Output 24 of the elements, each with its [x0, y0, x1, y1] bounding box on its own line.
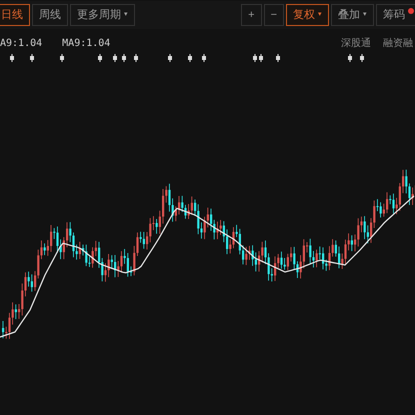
event-marker-icon [188, 54, 192, 62]
period-tab[interactable]: 日线 [0, 4, 30, 26]
link[interactable]: 融资融 [383, 36, 413, 50]
event-marker-icon [202, 54, 206, 62]
event-marker-icon [276, 54, 280, 62]
event-marker-icon [122, 54, 126, 62]
period-tab[interactable]: 周线 [32, 4, 68, 26]
event-marker-icon [360, 54, 364, 62]
event-marker-icon [10, 54, 14, 62]
indicator-value: A9:1.04 [0, 36, 42, 50]
event-marker-icon [113, 54, 117, 62]
link[interactable]: 深股通 [341, 36, 371, 50]
event-marker-icon [168, 54, 172, 62]
indicator-value: MA9:1.04 [62, 36, 110, 50]
toolbar-button[interactable]: + [241, 4, 262, 26]
event-marker-icon [98, 54, 102, 62]
toolbar-button[interactable]: − [264, 4, 284, 26]
event-marker-icon [60, 54, 64, 62]
toolbar-button[interactable]: 筹码 [376, 4, 415, 26]
event-marker-icon [259, 54, 263, 62]
event-marker-icon [348, 54, 352, 62]
event-marker-icon [134, 54, 138, 62]
event-marker-icon [30, 54, 34, 62]
event-marker-icon [253, 54, 257, 62]
